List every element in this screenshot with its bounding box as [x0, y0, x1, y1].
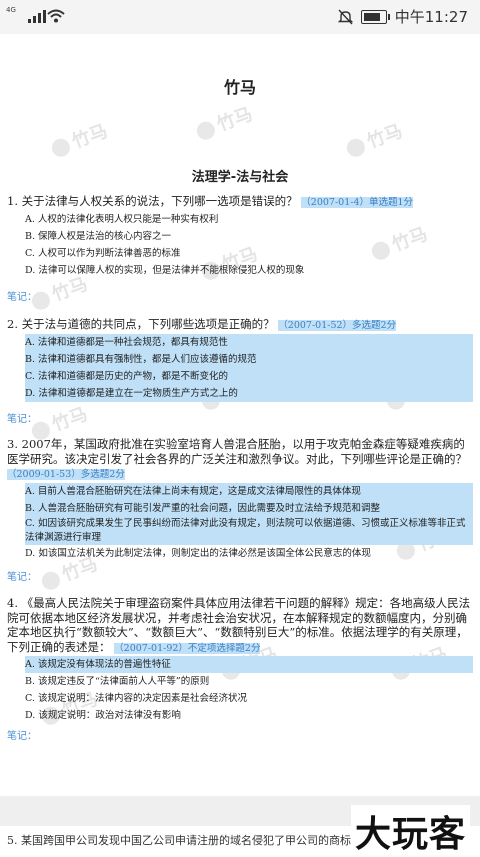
- note-link[interactable]: 笔记：: [7, 568, 37, 583]
- status-bar: 4G 中午11:27: [0, 0, 480, 34]
- option-b: B. 该规定违反了“法律面前人人平等”的原则: [25, 676, 210, 687]
- option-d: D. 该规定说明：政治对法律没有影响: [25, 710, 181, 721]
- option-b: B. 保障人权是法治的核心内容之一: [25, 230, 172, 242]
- mute-bell-icon: [337, 9, 353, 24]
- question-stem: 1. 关于法律与人权关系的说法，下列哪一选项是错误的？ （2007-01-4）单…: [7, 194, 414, 208]
- clock: 中午11:27: [394, 8, 468, 26]
- note-link[interactable]: 笔记：: [7, 410, 37, 425]
- question-stem: 3. 2007年，某国政府批准在实验室培育人兽混合胚胎，以用于攻克帕金森症等疑难…: [7, 437, 467, 480]
- section-title: 法理学-法与社会: [191, 170, 289, 185]
- option-d: D. 法律可以保障人权的实现，但是法律并不能根除侵犯人权的现象: [25, 264, 305, 276]
- option-b: B. 人兽混合胚胎研究有可能引发严重的社会问题，因此需要及时立法给予规范和调整: [25, 499, 473, 517]
- question-stem: 2. 关于法与道德的共同点，下列哪些选项是正确的？ （2007-01-52）多选…: [7, 317, 397, 331]
- question-tag: （2009-01-53）多选题2分: [7, 469, 125, 480]
- wifi-icon: [47, 9, 65, 23]
- option-a: A. 目前人兽混合胚胎研究在法律上尚未有规定，这是成文法律局限性的具体体现: [25, 482, 473, 500]
- option-a: A. 法律和道德都是一种社会规范，都具有规范性: [25, 333, 473, 351]
- option-c: C. 该规定说明：法律内容的决定因素是社会经济状况: [25, 693, 247, 704]
- network-type: 4G: [6, 6, 16, 14]
- option-c: C. 如因该研究成果发生了民事纠纷而法律对此没有规定，则法院可以依据道德、习惯或…: [25, 516, 473, 545]
- question-2: 2. 关于法与道德的共同点，下列哪些选项是正确的？ （2007-01-52）多选…: [7, 317, 473, 402]
- option-a: A. 人权的法律化表明人权只能是一种实有权利: [25, 213, 219, 225]
- question-tag: （2007-01-4）单选题1分: [301, 197, 414, 208]
- question-tag: （2007-01-52）多选题2分: [278, 320, 397, 331]
- question-1: 1. 关于法律与人权关系的说法，下列哪一选项是错误的？ （2007-01-4）单…: [7, 194, 473, 279]
- option-b: B. 法律和道德都具有强制性，都是人们应该遵循的规范: [25, 350, 473, 368]
- watermark: 竹马: [192, 100, 255, 144]
- watermark: 竹马: [342, 117, 405, 161]
- brand-logo: 大玩客: [350, 805, 470, 857]
- question-3: 3. 2007年，某国政府批准在实验室培育人兽混合胚胎，以用于攻克帕金森症等疑难…: [7, 437, 473, 562]
- option-d: D. 如该国立法机关为此制定法律，则制定出的法律必然是该国全体公民意志的体现: [25, 547, 371, 559]
- question-tag: （2007-01-92）不定项选择题2分: [114, 642, 261, 654]
- question-4: 4. 《最高人民法院关于审理盗窃案件具体应用法律若干问题的解释》规定：各地高级人…: [7, 596, 473, 724]
- option-c: C. 人权可以作为判断法律善恶的标准: [25, 247, 181, 259]
- note-link[interactable]: 笔记：: [7, 727, 37, 742]
- status-right: 中午11:27: [337, 6, 468, 27]
- signal-icon: [28, 10, 46, 23]
- battery-icon: [360, 9, 390, 24]
- document-title: 竹马: [223, 78, 256, 97]
- document-page: 竹马 竹马 竹马 竹马 竹马 竹马 竹马 竹马 竹马 竹马 竹马 竹马 竹马 竹…: [0, 34, 480, 796]
- watermark: 竹马: [47, 117, 110, 161]
- option-d: D. 法律和道德都是建立在一定物质生产方式之上的: [25, 384, 473, 402]
- option-c: C. 法律和道德都是历史的产物，都是不断变化的: [25, 367, 473, 385]
- question-stem: 4. 《最高人民法院关于审理盗窃案件具体应用法律若干问题的解释》规定：各地高级人…: [7, 596, 471, 654]
- option-a: A. 该规定没有体现法的普遍性特征: [25, 656, 473, 673]
- note-link[interactable]: 笔记：: [7, 288, 37, 303]
